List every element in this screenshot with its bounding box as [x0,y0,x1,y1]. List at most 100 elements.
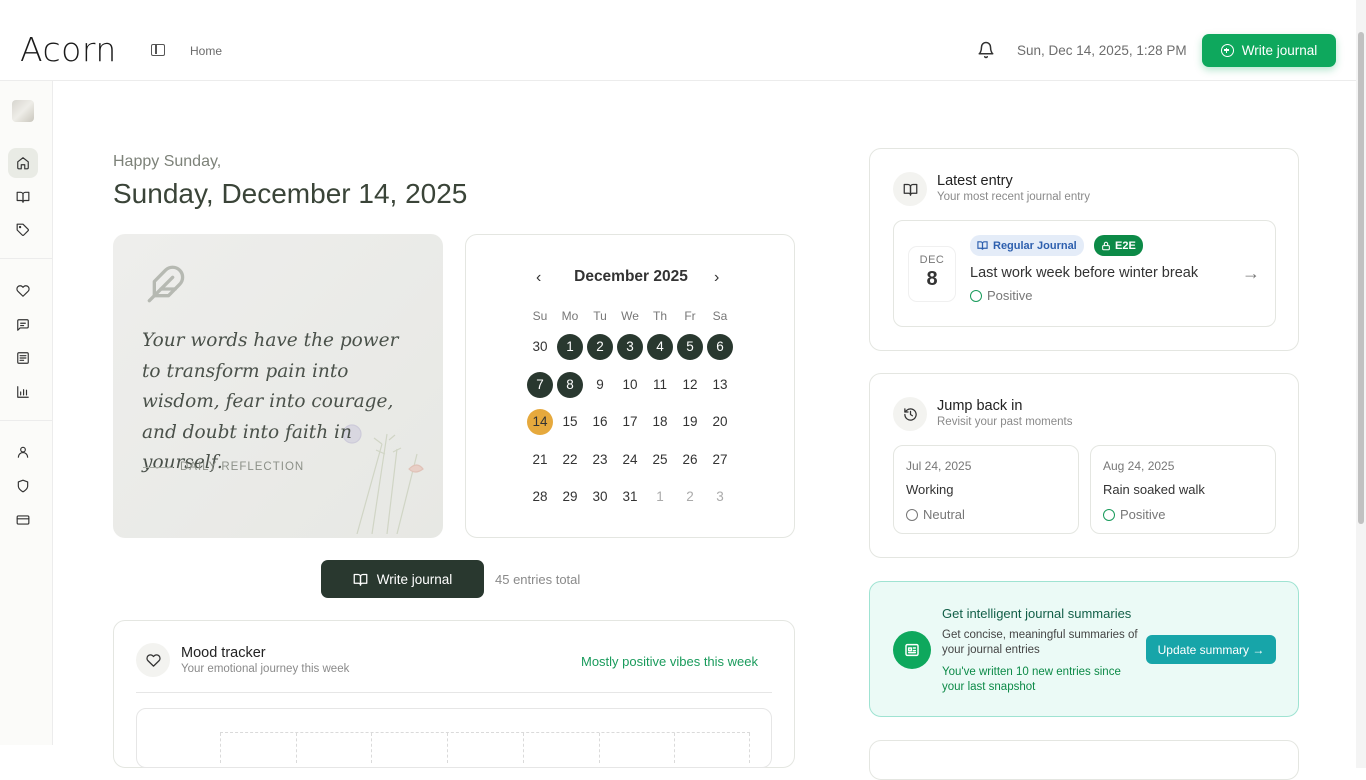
sidebar-item-insights[interactable] [8,377,38,407]
sidebar-item-favorites[interactable] [8,276,38,306]
sidebar-item-security[interactable] [8,471,38,501]
entry-month: DEC [919,254,945,266]
page-scrollbar[interactable] [1356,0,1366,768]
write-journal-main-button[interactable]: Write journal [321,560,484,598]
arrow-right-icon[interactable]: → [1242,263,1260,284]
lock-icon [1102,241,1110,250]
mood-summary: Mostly positive vibes this week [581,654,759,669]
calendar-day[interactable]: 4 [647,334,673,360]
write-journal-label: Write journal [1241,43,1318,58]
calendar-day[interactable]: 24 [617,447,643,473]
entry-mood: Positive [970,288,1033,303]
app-logo[interactable]: Acorn [20,30,117,70]
update-summary-button[interactable]: Update summary → [1146,635,1276,664]
sidebar-item-chat[interactable] [8,310,38,340]
memory-mood: Neutral [906,507,965,522]
sidebar-item-profile[interactable] [8,437,38,467]
weekday-label: We [621,309,639,323]
memory-mood-label: Neutral [923,507,965,522]
calendar-day[interactable]: 6 [707,334,733,360]
calendar-day[interactable]: 22 [557,447,583,473]
calendar-day[interactable]: 11 [647,372,673,398]
sidebar-item-home[interactable] [8,148,38,178]
sidebar-item-journal[interactable] [8,182,38,212]
memory-mood: Positive [1103,507,1166,522]
entry-title: Last work week before winter break [970,265,1199,281]
calendar-day[interactable]: 30 [587,484,613,510]
entry-mood-label: Positive [987,288,1033,303]
calendar-day[interactable]: 9 [587,372,613,398]
breadcrumb[interactable]: Home [190,44,222,58]
mood-divider [136,692,772,693]
calendar-day[interactable]: 8 [557,371,583,398]
calendar-day[interactable]: 31 [617,484,643,510]
calendar-day[interactable]: 2 [677,484,703,510]
neutral-face-icon [906,508,918,521]
sidebar-item-billing[interactable] [8,505,38,535]
calendar-day[interactable]: 21 [527,447,553,473]
calendar-day[interactable]: 3 [707,484,733,510]
calendar-day[interactable]: 27 [707,447,733,473]
calendar-day[interactable]: 7 [527,371,553,398]
calendar-day[interactable]: 20 [707,409,733,435]
summary-note: You've written 10 new entries since your… [942,666,1121,693]
calendar-day[interactable]: 23 [587,447,613,473]
calendar-day[interactable]: 15 [557,409,583,435]
calendar-day[interactable]: 29 [557,484,583,510]
calendar-day[interactable]: 2 [587,334,613,360]
page-title: Sunday, December 14, 2025 [113,178,468,209]
calendar-month-label: December 2025 [574,268,688,285]
sidebar-item-tags[interactable] [8,215,38,245]
calendar-day[interactable]: 19 [677,409,703,435]
calendar-day[interactable]: 13 [707,372,733,398]
quote-label: DAILY REFLECTION [180,461,305,473]
calendar-day[interactable]: 18 [647,409,673,435]
summary-icon [893,631,931,669]
newspaper-icon [905,643,919,657]
write-journal-button[interactable]: Write journal [1202,34,1336,67]
calendar-day[interactable]: 12 [677,372,703,398]
latest-icon-circle [893,172,927,206]
smile-icon [970,289,982,302]
mood-tracker-subtitle: Your emotional journey this week [181,663,350,675]
bell-icon[interactable] [977,41,995,59]
sidebar-toggle-icon[interactable] [151,44,165,56]
latest-entry-title: Latest entry [937,173,1013,189]
chevron-right-icon[interactable]: › [714,269,719,287]
weekday-label: Mo [561,309,579,323]
calendar-day[interactable]: 5 [677,334,703,360]
sidebar-item-summaries[interactable] [8,343,38,373]
calendar-day[interactable]: 28 [527,484,553,510]
calendar-day[interactable]: 10 [617,372,643,398]
calendar-day[interactable]: 17 [617,409,643,435]
jump-back-title: Jump back in [937,398,1023,414]
weekday-label: Su [532,309,548,323]
calendar-day[interactable]: 1 [647,484,673,510]
calendar-day-today[interactable]: 14 [527,409,553,435]
weekday-label: Tu [593,309,607,323]
memory-card[interactable]: Jul 24, 2025 Working Neutral [893,445,1079,534]
sidebar [0,81,53,745]
book-open-icon [977,241,988,250]
journal-type-label: Regular Journal [993,239,1077,252]
latest-entry-item[interactable]: DEC 8 Regular Journal E2E Last work week… [893,220,1276,327]
memory-title: Rain soaked walk [1103,482,1205,497]
history-icon [903,407,917,421]
list-icon [17,352,29,364]
heart-icon [16,285,30,297]
calendar-day[interactable]: 3 [617,334,643,360]
book-open-icon [353,573,368,586]
calendar-day[interactable]: 16 [587,409,613,435]
avatar[interactable] [12,100,34,122]
calendar-day[interactable]: 26 [677,447,703,473]
memory-date: Jul 24, 2025 [906,459,972,473]
calendar-day[interactable]: 25 [647,447,673,473]
calendar-day[interactable]: 1 [557,334,583,360]
latest-entry-card: Latest entry Your most recent journal en… [869,148,1299,351]
summary-description: Get concise, meaningful summaries of you… [942,629,1138,656]
memory-card[interactable]: Aug 24, 2025 Rain soaked walk Positive [1090,445,1276,534]
chevron-left-icon[interactable]: ‹ [536,269,541,287]
scrollbar-thumb[interactable] [1358,32,1364,524]
calendar-day[interactable]: 30 [527,334,553,360]
calendar-card: ‹ December 2025 › Su Mo Tu We Th Fr Sa 30 1 2 3 4 5 6… [465,234,795,538]
